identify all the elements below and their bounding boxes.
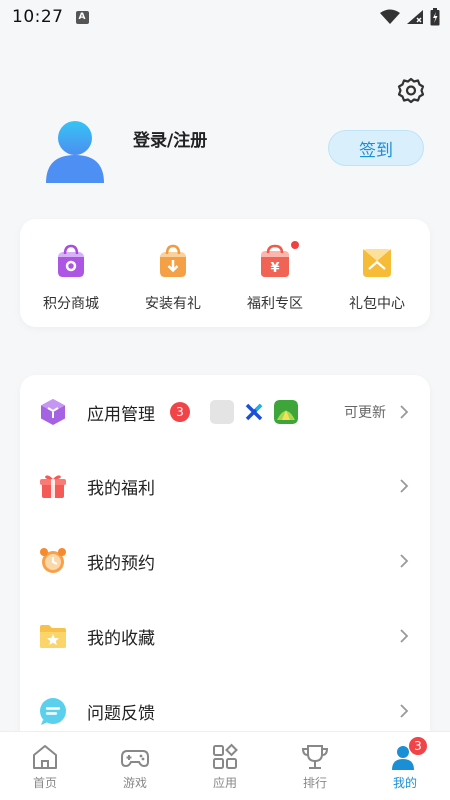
menu-item-label: 我的收藏 — [87, 628, 155, 649]
home-icon — [33, 745, 57, 769]
app-thumb-game-icon — [274, 400, 298, 424]
quick-item-install-reward[interactable]: 安装有礼 — [122, 219, 224, 327]
nav-label: 应用 — [212, 776, 237, 790]
quick-actions-card: 积分商城 安装有礼 ¥ 福利专区 礼包中心 — [20, 219, 430, 327]
nav-label: 游戏 — [122, 776, 147, 790]
profile-badge: 3 — [408, 736, 428, 756]
nav-label: 我的 — [392, 776, 417, 790]
notification-a-icon: A — [75, 10, 89, 24]
alarm-clock-icon — [40, 548, 66, 573]
menu-item-label: 我的福利 — [87, 478, 155, 499]
wifi-icon — [380, 9, 400, 24]
menu-item-label: 应用管理 — [87, 404, 155, 425]
chat-bubble-icon — [40, 698, 66, 725]
menu-item-feedback[interactable]: 问题反馈 — [20, 674, 430, 735]
checkin-button[interactable]: 签到 — [328, 130, 424, 166]
update-available-label: 可更新 — [344, 405, 386, 421]
nav-profile[interactable]: 3 我的 — [360, 732, 450, 800]
app-thumb-blank — [210, 400, 234, 424]
cube-icon — [41, 399, 65, 425]
status-time: 10:27 — [12, 7, 64, 27]
star-folder-icon — [40, 625, 66, 648]
quick-item-welfare-zone[interactable]: ¥ 福利专区 — [224, 219, 326, 327]
profile-icon-wrap: 3 — [390, 736, 428, 772]
menu-list-card: 应用管理 3 可更新 我的福利 我的预约 我的收藏 问题反馈 — [20, 375, 430, 735]
menu-item-my-reservation[interactable]: 我的预约 — [20, 524, 430, 598]
gear-icon[interactable] — [396, 76, 426, 106]
chevron-right-icon — [400, 479, 409, 493]
battery-icon — [430, 8, 440, 26]
gamepad-icon — [121, 750, 149, 768]
menu-item-my-favorites[interactable]: 我的收藏 — [20, 599, 430, 673]
apps-icon — [213, 743, 238, 769]
nav-apps[interactable]: 应用 — [180, 732, 270, 800]
gift-pack-icon — [363, 249, 391, 277]
menu-item-label: 我的预约 — [87, 553, 155, 574]
login-register-link[interactable]: 登录/注册 — [133, 126, 207, 151]
nav-label: 排行 — [302, 776, 327, 790]
menu-item-my-welfare[interactable]: 我的福利 — [20, 449, 430, 523]
avatar[interactable] — [40, 117, 110, 187]
gift-icon — [40, 475, 66, 498]
app-thumb-x-icon — [242, 400, 266, 424]
signal-icon — [407, 10, 423, 24]
quick-item-label: 福利专区 — [247, 296, 303, 312]
menu-item-label: 问题反馈 — [87, 703, 155, 724]
nav-home[interactable]: 首页 — [0, 732, 90, 800]
app-thumbnails — [210, 400, 298, 424]
download-bag-icon — [160, 244, 186, 277]
yuan-gift-icon: ¥ — [261, 241, 299, 277]
quick-item-points-mall[interactable]: 积分商城 — [20, 219, 122, 327]
status-icons — [380, 8, 440, 26]
quick-item-label: 积分商城 — [43, 296, 99, 312]
svg-text:¥: ¥ — [270, 261, 279, 276]
menu-item-app-manage[interactable]: 应用管理 3 可更新 — [20, 375, 430, 449]
nav-games[interactable]: 游戏 — [90, 732, 180, 800]
shopping-bag-icon — [58, 244, 84, 277]
quick-item-label: 礼包中心 — [349, 296, 405, 312]
quick-item-label: 安装有礼 — [145, 296, 201, 312]
status-bar: 10:27 A — [0, 0, 450, 34]
chevron-right-icon — [400, 629, 409, 643]
bottom-nav: 首页 游戏 应用 排行 3 我的 — [0, 731, 450, 800]
nav-label: 首页 — [32, 776, 57, 790]
chevron-right-icon — [400, 704, 409, 718]
chevron-right-icon — [400, 405, 409, 419]
quick-item-gift-center[interactable]: 礼包中心 — [326, 219, 428, 327]
chevron-right-icon — [400, 554, 409, 568]
nav-ranking[interactable]: 排行 — [270, 732, 360, 800]
trophy-icon — [301, 745, 329, 769]
update-count-badge: 3 — [170, 402, 190, 422]
